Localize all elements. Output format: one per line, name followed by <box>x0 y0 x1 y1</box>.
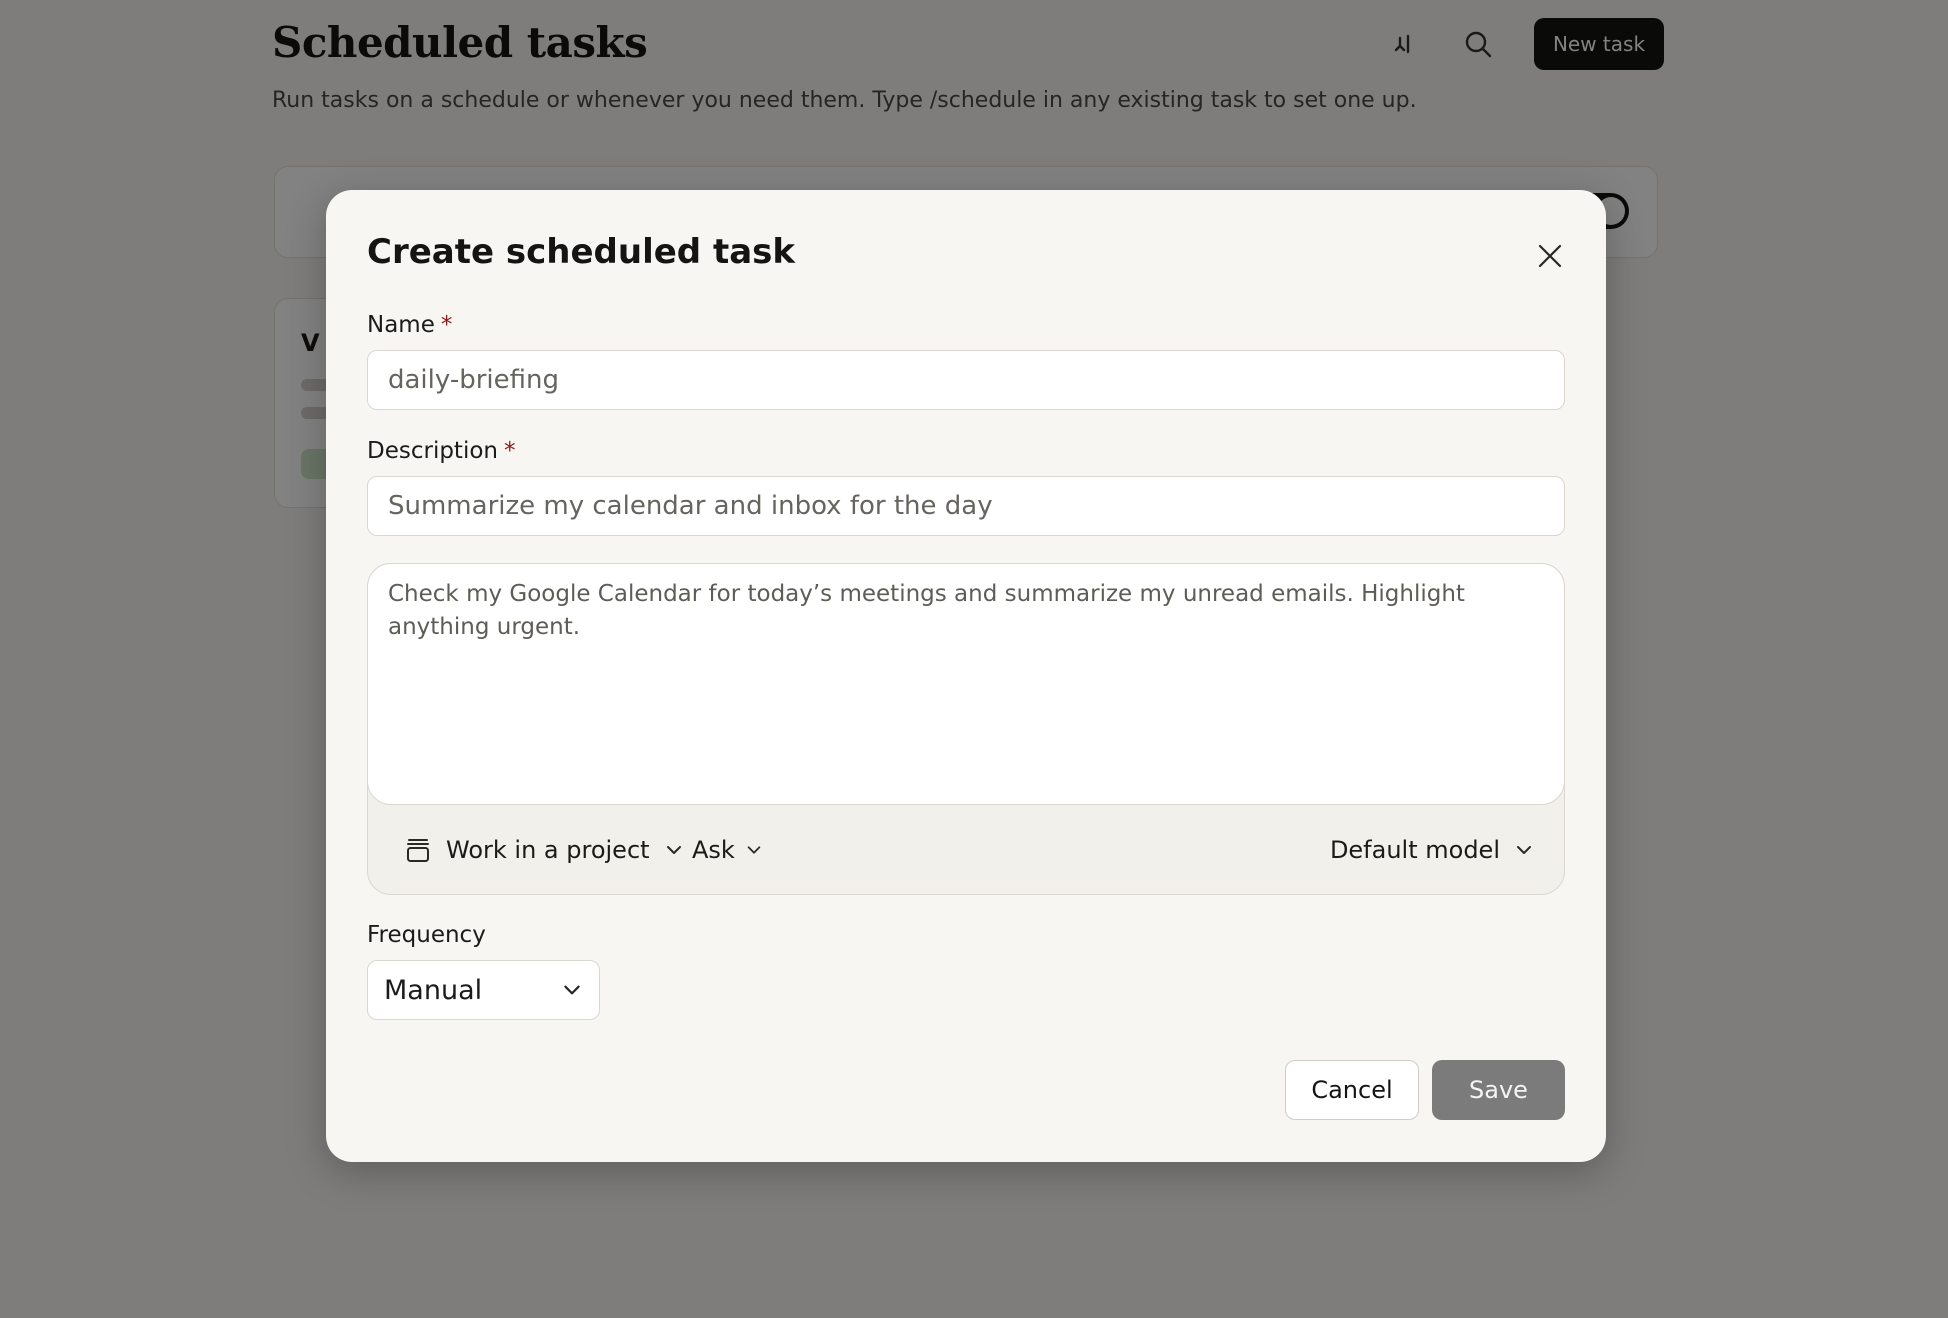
dialog-title: Create scheduled task <box>367 232 796 272</box>
description-input-value: Summarize my calendar and inbox for the … <box>388 491 993 521</box>
name-input-value: daily-briefing <box>388 365 559 395</box>
description-label-text: Description <box>367 438 498 464</box>
name-label: Name * <box>367 312 452 338</box>
name-input[interactable]: daily-briefing <box>367 350 1565 410</box>
project-selector-label: Work in a project <box>446 836 650 864</box>
prompt-textarea[interactable]: Check my Google Calendar for today’s mee… <box>367 563 1565 805</box>
create-task-dialog: Create scheduled task Name * daily-briefi… <box>326 190 1606 1162</box>
model-selector-label: Default model <box>1329 836 1500 864</box>
frequency-label: Frequency <box>367 922 486 948</box>
save-button[interactable]: Save <box>1432 1060 1565 1120</box>
permission-selector-label: Ask <box>692 836 735 864</box>
project-selector[interactable]: Work in a project <box>404 806 684 894</box>
model-selector[interactable]: Default model <box>1330 806 1534 894</box>
name-label-text: Name <box>367 312 435 338</box>
prompt-composer: Check my Google Calendar for today’s mee… <box>367 563 1565 895</box>
chevron-down-icon <box>664 840 684 860</box>
description-label: Description * <box>367 438 516 464</box>
close-icon <box>1538 244 1562 268</box>
chevron-down-icon <box>1514 840 1534 860</box>
permission-selector[interactable]: Ask <box>692 806 763 894</box>
prompt-toolbar: Work in a project Ask Default model <box>368 806 1564 894</box>
folder-icon <box>407 839 429 862</box>
required-mark: * <box>440 312 453 338</box>
required-mark: * <box>504 438 516 464</box>
frequency-select[interactable]: Manual <box>367 960 600 1020</box>
chevron-down-icon <box>745 841 763 859</box>
cancel-button[interactable]: Cancel <box>1285 1060 1419 1120</box>
frequency-select-value: Manual <box>384 974 483 1006</box>
description-input[interactable]: Summarize my calendar and inbox for the … <box>367 476 1565 536</box>
chevron-down-icon <box>561 979 583 1001</box>
close-button[interactable] <box>1532 238 1568 274</box>
